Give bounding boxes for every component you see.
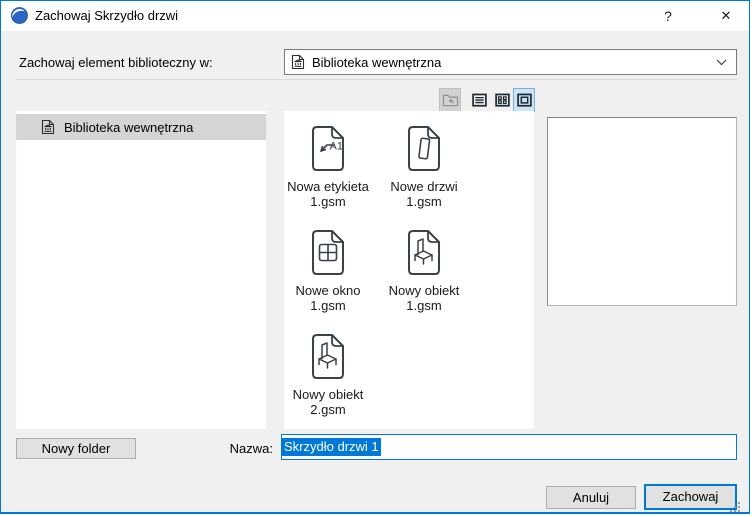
save-to-label: Zachowaj element biblioteczny w: bbox=[19, 55, 213, 70]
library-select[interactable]: Biblioteka wewnętrzna bbox=[284, 49, 737, 75]
file-item-nowe-okno[interactable]: Nowe okno 1.gsm bbox=[281, 229, 375, 329]
folder-tree-panel: Biblioteka wewnętrzna bbox=[16, 111, 266, 429]
file-ext: 1.gsm bbox=[310, 194, 346, 209]
file-item-nowy-obiekt-2[interactable]: Nowy obiekt 2.gsm bbox=[281, 333, 375, 433]
file-ext: 1.gsm bbox=[406, 298, 442, 313]
close-button[interactable]: ✕ bbox=[703, 1, 749, 31]
file-list-panel: A1 Nowa etykieta 1.gsm Nowe drzwi 1.gsm bbox=[284, 111, 534, 429]
list-view-icon bbox=[471, 93, 487, 107]
list-view-button[interactable] bbox=[468, 88, 490, 112]
file-name: Nowy obiekt bbox=[292, 387, 364, 402]
file-item-nowa-etykieta[interactable]: A1 Nowa etykieta 1.gsm bbox=[281, 125, 375, 225]
library-file-icon bbox=[291, 54, 305, 70]
name-input[interactable]: Skrzydło drzwi 1 bbox=[281, 434, 737, 460]
cancel-button[interactable]: Anuluj bbox=[546, 486, 636, 509]
object-file-icon bbox=[408, 230, 440, 275]
resize-grip[interactable] bbox=[727, 499, 743, 514]
file-item-nowy-obiekt-1[interactable]: Nowy obiekt 1.gsm bbox=[377, 229, 471, 329]
file-item-nowe-drzwi[interactable]: Nowe drzwi 1.gsm bbox=[377, 125, 471, 225]
archicad-logo-icon bbox=[11, 7, 28, 24]
dialog-title: Zachowaj Skrzydło drzwi bbox=[35, 8, 179, 23]
help-button[interactable]: ? bbox=[645, 1, 691, 31]
file-ext: 2.gsm bbox=[310, 402, 346, 417]
preview-panel bbox=[547, 117, 737, 306]
file-name: Nowe okno bbox=[295, 283, 361, 298]
sidebar-item-library[interactable]: Biblioteka wewnętrzna bbox=[16, 114, 266, 140]
label-file-icon: A1 bbox=[312, 126, 344, 171]
name-input-selected-text: Skrzydło drzwi 1 bbox=[282, 438, 381, 456]
file-name: Nowa etykieta bbox=[287, 179, 369, 194]
file-name: Nowe drzwi bbox=[390, 179, 458, 194]
library-select-value: Biblioteka wewnętrzna bbox=[312, 54, 442, 70]
save-dialog: Zachowaj Skrzydło drzwi ? ✕ Zachowaj ele… bbox=[0, 0, 750, 514]
header-divider bbox=[16, 79, 737, 80]
large-icons-view-button[interactable] bbox=[513, 88, 535, 112]
title-bar: Zachowaj Skrzydło drzwi ? ✕ bbox=[1, 1, 749, 31]
folder-up-button[interactable] bbox=[439, 88, 461, 112]
file-ext: 1.gsm bbox=[310, 298, 346, 313]
sidebar-item-label: Biblioteka wewnętrzna bbox=[64, 119, 194, 135]
large-icons-view-icon bbox=[516, 93, 532, 107]
window-file-icon bbox=[312, 230, 344, 275]
chevron-down-icon bbox=[716, 59, 727, 65]
svg-text:A1: A1 bbox=[330, 141, 343, 153]
file-ext: 1.gsm bbox=[406, 194, 442, 209]
small-icons-view-button[interactable] bbox=[491, 88, 513, 112]
door-file-icon bbox=[408, 126, 440, 171]
name-label: Nazwa: bbox=[229, 441, 273, 456]
folder-up-icon bbox=[442, 94, 458, 107]
file-name: Nowy obiekt bbox=[388, 283, 460, 298]
save-button[interactable]: Zachowaj bbox=[644, 484, 737, 510]
object-file-icon bbox=[312, 334, 344, 379]
small-icons-view-icon bbox=[494, 93, 510, 107]
new-folder-button[interactable]: Nowy folder bbox=[16, 438, 136, 459]
library-file-icon bbox=[41, 119, 55, 135]
